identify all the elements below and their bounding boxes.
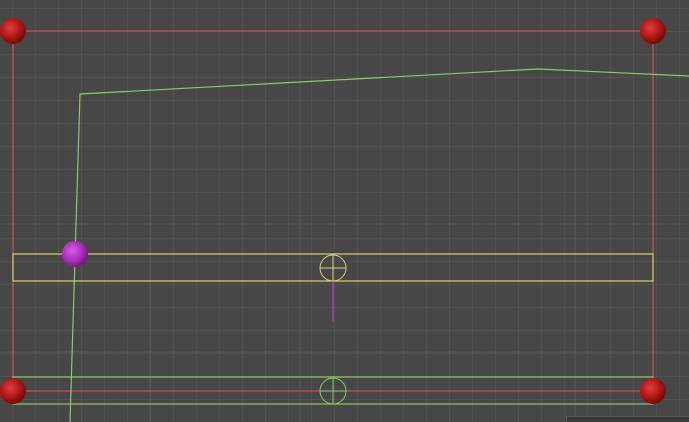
corner-handle-top-right-icon[interactable] [640, 18, 666, 44]
scene-viewport[interactable] [0, 0, 689, 422]
major-grid [0, 0, 689, 422]
corner-handle-bottom-left-icon[interactable] [0, 378, 26, 404]
corner-handle-top-left-icon[interactable] [0, 18, 26, 44]
pivot-handle-yellow[interactable] [319, 254, 347, 282]
selected-point-handle-icon[interactable] [62, 241, 88, 267]
corner-handle-bottom-right-icon[interactable] [640, 378, 666, 404]
bottom-panel-edge [566, 416, 689, 422]
selection-rect [12, 30, 654, 392]
pivot-handle-green[interactable] [319, 377, 347, 405]
edge-path[interactable] [69, 68, 689, 422]
gizmo-overlay [0, 0, 689, 422]
